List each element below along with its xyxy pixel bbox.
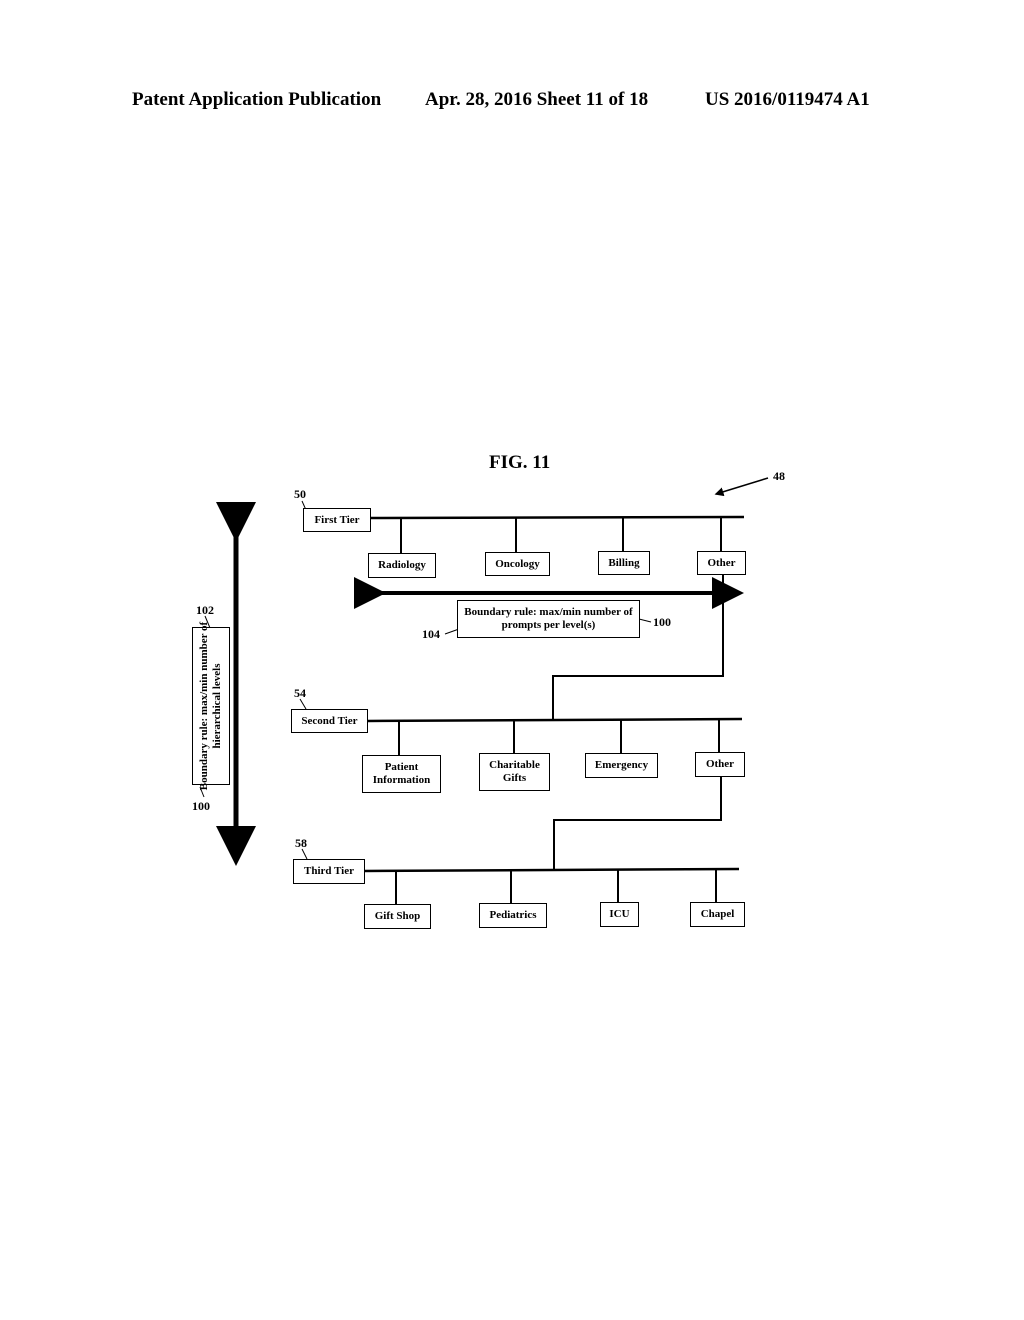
levels-boundary-rule-text: Boundary rule: max/min number of hierarc…: [198, 621, 223, 791]
tier1-option-oncology: Oncology: [485, 552, 550, 576]
levels-boundary-rule-box: Boundary rule: max/min number of hierarc…: [192, 622, 230, 790]
tier1-label-box: First Tier: [303, 508, 371, 532]
tier2-bus: [366, 717, 743, 723]
tier3-bus: [363, 867, 740, 873]
tier2-to-tier3-connector: [553, 775, 722, 869]
ref-48-leader-arrow: [714, 477, 769, 497]
tier2-option-emergency: Emergency: [585, 753, 658, 778]
tier3-label-box: Third Tier: [293, 859, 365, 884]
tier3-option-pediatrics: Pediatrics: [479, 903, 547, 928]
ref-100-leader-h: [638, 618, 652, 623]
tier3-option-icu: ICU: [600, 902, 639, 927]
tier1-bus: [369, 515, 745, 520]
tier1-option-other: Other: [697, 551, 746, 575]
ref-54: 54: [294, 686, 306, 700]
tier1-option-radiology: Radiology: [368, 553, 436, 578]
tier2-label-box: Second Tier: [291, 709, 368, 733]
ref-48: 48: [773, 469, 785, 483]
ref-104: 104: [422, 627, 440, 641]
tier1-option-billing: Billing: [598, 551, 650, 575]
tier2-option-charitable-gifts: Charitable Gifts: [479, 753, 550, 791]
prompts-boundary-rule-box: Boundary rule: max/min number of prompts…: [457, 600, 640, 638]
ref-100-vertical: 100: [192, 799, 210, 813]
connector-lines: [199, 477, 769, 905]
tier2-option-other: Other: [695, 752, 745, 777]
ref-50: 50: [294, 487, 306, 501]
ref-58: 58: [295, 836, 307, 850]
tier3-option-chapel: Chapel: [690, 902, 745, 927]
ref-100-horizontal: 100: [653, 615, 671, 629]
tier2-option-patient-information: Patient Information: [362, 755, 441, 793]
tier3-option-gift-shop: Gift Shop: [364, 904, 431, 929]
